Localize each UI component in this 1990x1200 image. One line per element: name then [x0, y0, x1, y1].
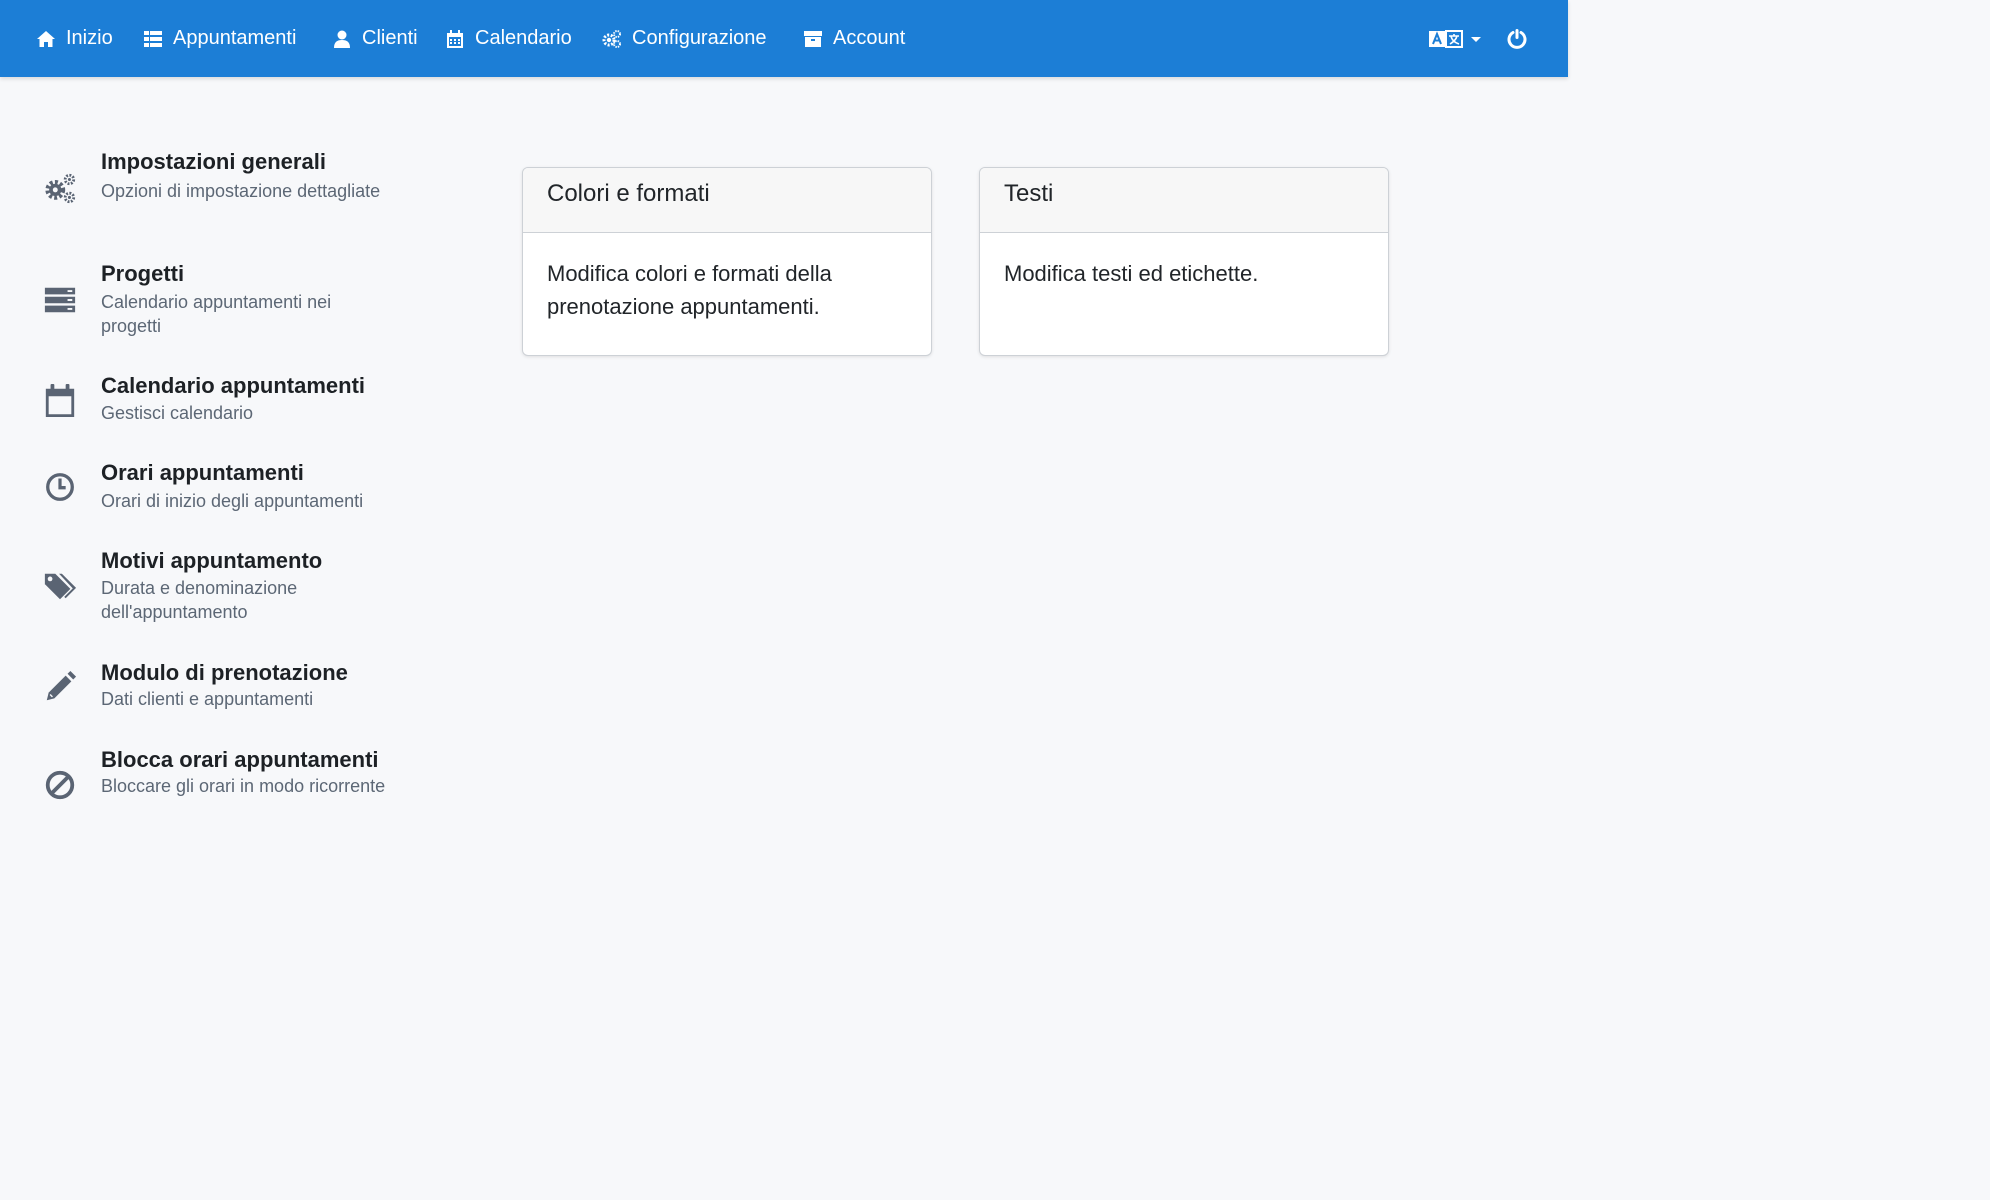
nav-item-label: Calendario: [475, 27, 572, 49]
nav-item-inizio[interactable]: Inizio: [36, 0, 113, 77]
logout-button[interactable]: [1506, 0, 1528, 77]
user-icon: [334, 30, 350, 48]
nav-item-label: Inizio: [66, 27, 113, 49]
calendar-icon: [42, 383, 78, 419]
server-icon: [42, 282, 78, 318]
sidebar-item-blocca-orari[interactable]: Blocca orari appuntamenti Bloccare gli o…: [0, 746, 420, 826]
sidebar-item-title: Modulo di prenotazione: [101, 660, 348, 685]
nav-item-calendario[interactable]: Calendario: [445, 0, 572, 77]
nav-item-account[interactable]: Account: [803, 0, 905, 77]
sidebar-item-calendario-appuntamenti[interactable]: Calendario appuntamenti Gestisci calenda…: [0, 372, 420, 428]
card-colori-formati[interactable]: Colori e formati Modifica colori e forma…: [522, 167, 932, 356]
cogs-icon: [602, 29, 621, 48]
sidebar-item-desc: Gestisci calendario: [101, 403, 254, 423]
language-dropdown[interactable]: [1429, 0, 1481, 77]
sidebar-item-desc: Orari di inizio degli appuntamenti: [101, 491, 364, 511]
nav-item-label: Clienti: [362, 27, 418, 49]
archive-icon: [804, 30, 822, 47]
top-navbar: Inizio Appuntamenti Clienti Calendario C…: [0, 0, 1568, 77]
sidebar-item-desc: Opzioni di impostazione dettagliate: [101, 181, 381, 201]
sidebar-item-progetti[interactable]: Progetti Calendario appuntamenti nei pro…: [0, 260, 420, 340]
card-title: Colori e formati: [523, 168, 931, 233]
sidebar-item-desc: Bloccare gli orari in modo ricorrente: [101, 776, 386, 796]
sidebar-item-title: Progetti: [101, 261, 185, 286]
card-testi[interactable]: Testi Modifica testi ed etichette.: [979, 167, 1389, 356]
sidebar-item-desc: Calendario appuntamenti nei progetti: [101, 292, 332, 336]
tags-icon: [42, 568, 78, 604]
sidebar-item-title: Calendario appuntamenti: [101, 373, 366, 398]
home-icon: [37, 30, 55, 47]
card-body: Modifica testi ed etichette.: [1004, 261, 1259, 286]
cogs-icon: [42, 170, 78, 206]
calendar-icon: [447, 29, 463, 48]
sidebar-item-desc: Dati clienti e appuntamenti: [101, 689, 314, 709]
sidebar-item-modulo-prenotazione[interactable]: Modulo di prenotazione Dati clienti e ap…: [0, 659, 420, 715]
sidebar-item-title: Blocca orari appuntamenti: [101, 747, 379, 772]
card-title: Testi: [980, 168, 1388, 233]
nav-item-configurazione[interactable]: Configurazione: [602, 0, 767, 77]
list-icon: [144, 30, 162, 47]
nav-item-clienti[interactable]: Clienti: [332, 0, 418, 77]
sidebar-item-title: Motivi appuntamento: [101, 548, 323, 573]
card-body: Modifica colori e formati della prenotaz…: [547, 261, 832, 319]
nav-item-appuntamenti[interactable]: Appuntamenti: [143, 0, 296, 77]
sidebar-item-impostazioni-generali[interactable]: Impostazioni generali Opzioni di imposta…: [0, 148, 420, 228]
nav-item-label: Appuntamenti: [173, 27, 297, 49]
translate-icon: [1429, 29, 1463, 48]
ban-icon: [42, 767, 78, 803]
sidebar-item-title: Orari appuntamenti: [101, 460, 304, 485]
sidebar-item-title: Impostazioni generali: [101, 149, 326, 174]
power-icon: [1507, 28, 1527, 49]
pencil-icon: [42, 669, 78, 705]
nav-item-label: Account: [833, 27, 906, 49]
sidebar-item-desc: Durata e denominazione dell'appuntamento: [101, 578, 298, 622]
chevron-down-icon: [1471, 36, 1481, 42]
sidebar-item-motivi-appuntamento[interactable]: Motivi appuntamento Durata e denominazio…: [0, 547, 420, 627]
nav-item-label: Configurazione: [632, 27, 767, 49]
sidebar-item-orari-appuntamenti[interactable]: Orari appuntamenti Orari di inizio degli…: [0, 459, 420, 515]
clock-icon: [42, 469, 78, 505]
